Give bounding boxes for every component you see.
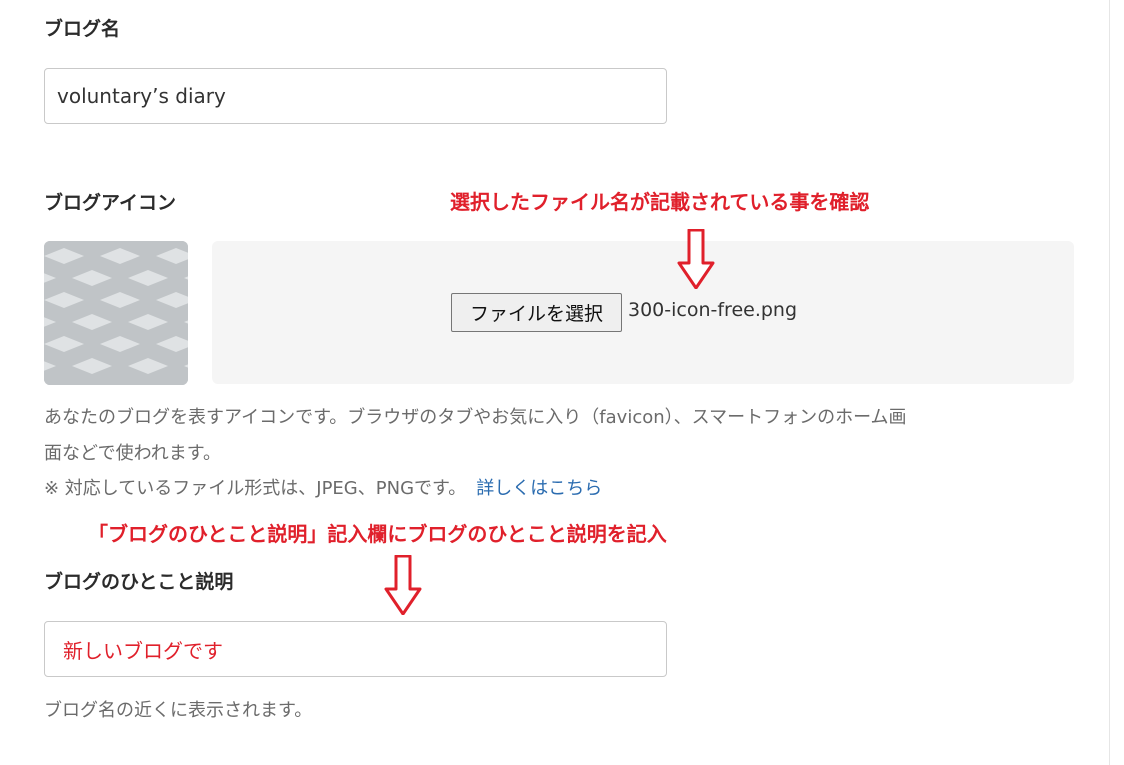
blog-icon-help-line1: あなたのブログを表すアイコンです。ブラウザのタブやお気に入り（favicon）、… <box>44 407 907 428</box>
blog-icon-label: ブログアイコン <box>44 192 177 214</box>
annotation-description-note: 「ブログのひとこと説明」記入欄にブログのひとこと説明を記入 <box>88 522 667 546</box>
icon-pattern-image <box>44 241 188 385</box>
blog-icon-help-line2: 面などで使われます。 <box>44 443 221 464</box>
blog-name-label: ブログ名 <box>44 18 121 40</box>
down-arrow-icon <box>677 229 715 289</box>
blog-icon-preview <box>44 241 188 385</box>
page-right-border <box>1109 0 1110 765</box>
blog-description-help: ブログ名の近くに表示されます。 <box>44 700 313 721</box>
file-formats-note: ※ 対応しているファイル形式は、JPEG、PNGです。 <box>44 478 467 499</box>
blog-description-input[interactable] <box>44 621 667 677</box>
selected-file-name: 300-icon-free.png <box>628 299 798 321</box>
choose-file-button[interactable]: ファイルを選択 <box>451 293 622 332</box>
blog-settings-page: ブログ名 ブログアイコン 選択したファイル名が記載されている事を確認 <box>0 0 1124 765</box>
blog-description-label: ブログのひとこと説明 <box>44 571 234 593</box>
annotation-file-check: 選択したファイル名が記載されている事を確認 <box>450 190 870 214</box>
down-arrow-icon <box>384 555 422 615</box>
file-formats-note-row: ※ 対応しているファイル形式は、JPEG、PNGです。 詳しくはこちら <box>44 474 602 500</box>
details-link[interactable]: 詳しくはこちら <box>476 478 602 499</box>
blog-name-input[interactable] <box>44 68 667 124</box>
